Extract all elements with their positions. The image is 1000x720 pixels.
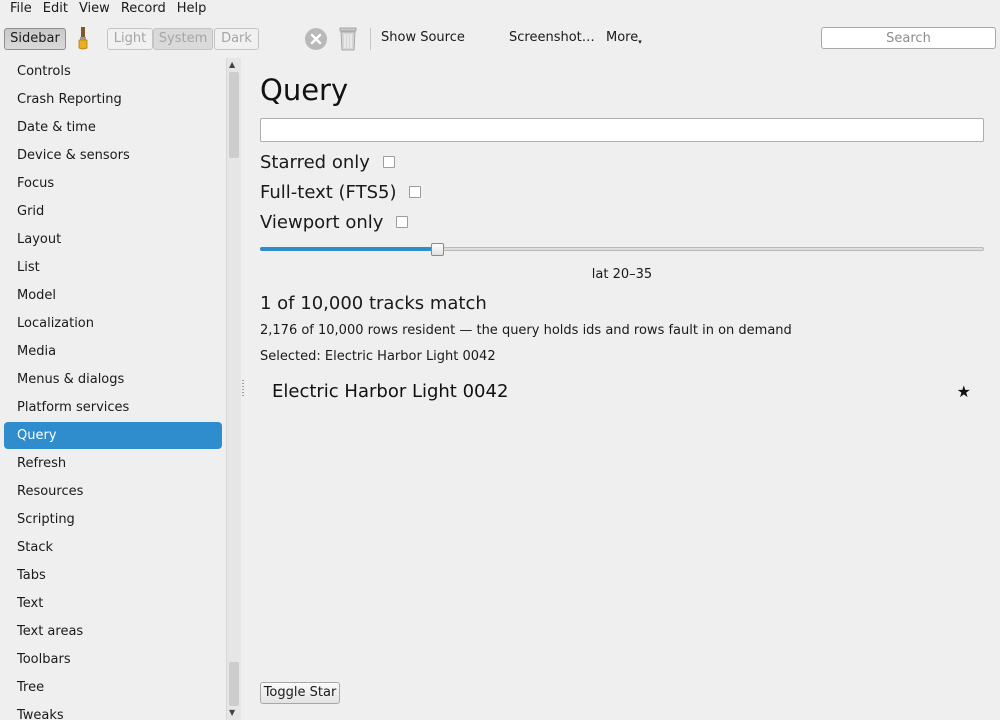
show-source-button[interactable]: Show Source xyxy=(381,28,465,48)
slider-fill xyxy=(260,247,438,251)
sidebar-item-refresh[interactable]: Refresh xyxy=(4,450,222,477)
star-icon: ★ xyxy=(956,382,971,401)
filter-starred-only[interactable]: Starred only xyxy=(260,150,395,174)
sidebar-item-text-areas[interactable]: Text areas xyxy=(4,618,222,645)
sidebar-item-query[interactable]: Query xyxy=(4,422,222,449)
sidebar-item-tree[interactable]: Tree xyxy=(4,674,222,701)
sidebar-item-text[interactable]: Text xyxy=(4,590,222,617)
menubar: File Edit View Record Help xyxy=(0,0,1000,18)
sidebar-item-focus[interactable]: Focus xyxy=(4,170,222,197)
filter-viewport-label: Viewport only xyxy=(260,211,384,233)
toggle-star-button[interactable]: Toggle Star xyxy=(260,682,340,704)
menu-record[interactable]: Record xyxy=(115,0,171,18)
sidebar-item-device-sensors[interactable]: Device & sensors xyxy=(4,142,222,169)
slider-value-label: lat 20–35 xyxy=(591,267,653,282)
filter-full-text[interactable]: Full-text (FTS5) xyxy=(260,180,422,204)
more-menu-button[interactable]: More▾ xyxy=(606,28,642,52)
sidebar-item-menus-dialogs[interactable]: Menus & dialogs xyxy=(4,366,222,393)
scroll-down-arrow-icon[interactable]: ▼ xyxy=(229,708,235,718)
sidebar-item-scripting[interactable]: Scripting xyxy=(4,506,222,533)
track-name: Electric Harbor Light 0042 xyxy=(272,381,509,402)
sidebar-item-toolbars[interactable]: Toolbars xyxy=(4,646,222,673)
scroll-up-arrow-icon[interactable]: ▲ xyxy=(229,60,235,70)
more-label: More xyxy=(606,30,639,45)
sidebar-item-stack[interactable]: Stack xyxy=(4,534,222,561)
splitter-handle[interactable] xyxy=(242,380,244,398)
sidebar-item-model[interactable]: Model xyxy=(4,282,222,309)
screenshot-button[interactable]: Screenshot… xyxy=(509,28,595,48)
theme-system-button[interactable]: System xyxy=(153,28,213,50)
paintbrush-icon[interactable] xyxy=(75,26,91,57)
sidebar-item-tabs[interactable]: Tabs xyxy=(4,562,222,589)
selected-track: Selected: Electric Harbor Light 0042 xyxy=(260,349,496,364)
filter-starred-label: Starred only xyxy=(260,151,370,173)
sidebar: Controls Crash Reporting Date & time Dev… xyxy=(0,58,226,720)
slider-handle[interactable] xyxy=(431,243,444,256)
stop-circle-icon[interactable] xyxy=(304,27,328,58)
list-item[interactable]: Electric Harbor Light 0042 ★ xyxy=(260,378,984,406)
sidebar-item-grid[interactable]: Grid xyxy=(4,198,222,225)
menu-edit[interactable]: Edit xyxy=(37,0,73,18)
theme-dark-button[interactable]: Dark xyxy=(214,28,259,50)
sidebar-item-resources[interactable]: Resources xyxy=(4,478,222,505)
sidebar-item-tweaks[interactable]: Tweaks xyxy=(4,702,222,720)
filter-full-text-label: Full-text (FTS5) xyxy=(260,181,397,203)
resident-status: 2,176 of 10,000 rows resident — the quer… xyxy=(260,323,792,338)
match-count: 1 of 10,000 tracks match xyxy=(260,293,487,314)
filter-viewport-only[interactable]: Viewport only xyxy=(260,210,409,234)
starred-only-checkbox[interactable] xyxy=(382,156,395,168)
full-text-checkbox[interactable] xyxy=(409,186,422,198)
page-title: Query xyxy=(260,73,349,107)
sidebar-toggle-button[interactable]: Sidebar xyxy=(4,28,66,50)
toolbar-separator xyxy=(370,28,371,50)
sidebar-item-crash-reporting[interactable]: Crash Reporting xyxy=(4,86,222,113)
menu-view[interactable]: View xyxy=(73,0,115,18)
viewport-only-checkbox[interactable] xyxy=(396,216,409,228)
sidebar-item-date-time[interactable]: Date & time xyxy=(4,114,222,141)
toolbar: Sidebar Light System Dark Show Source Sc… xyxy=(0,22,1000,56)
latitude-slider[interactable] xyxy=(260,242,984,256)
sidebar-item-list[interactable]: List xyxy=(4,254,222,281)
sidebar-item-controls[interactable]: Controls xyxy=(4,58,222,85)
sidebar-scrollbar[interactable]: ▲ ▼ xyxy=(226,58,241,720)
scrollbar-track-segment xyxy=(229,662,239,706)
menu-file[interactable]: File xyxy=(0,0,37,18)
menu-help[interactable]: Help xyxy=(171,0,212,18)
sidebar-item-media[interactable]: Media xyxy=(4,338,222,365)
sidebar-item-platform-services[interactable]: Platform services xyxy=(4,394,222,421)
sidebar-item-localization[interactable]: Localization xyxy=(4,310,222,337)
sidebar-item-layout[interactable]: Layout xyxy=(4,226,222,253)
trash-icon[interactable] xyxy=(338,26,358,59)
theme-light-button[interactable]: Light xyxy=(107,28,153,50)
chevron-down-icon: ▾ xyxy=(638,38,642,46)
query-input[interactable] xyxy=(260,118,984,142)
scrollbar-thumb[interactable] xyxy=(229,72,239,158)
search-input[interactable] xyxy=(821,27,996,49)
